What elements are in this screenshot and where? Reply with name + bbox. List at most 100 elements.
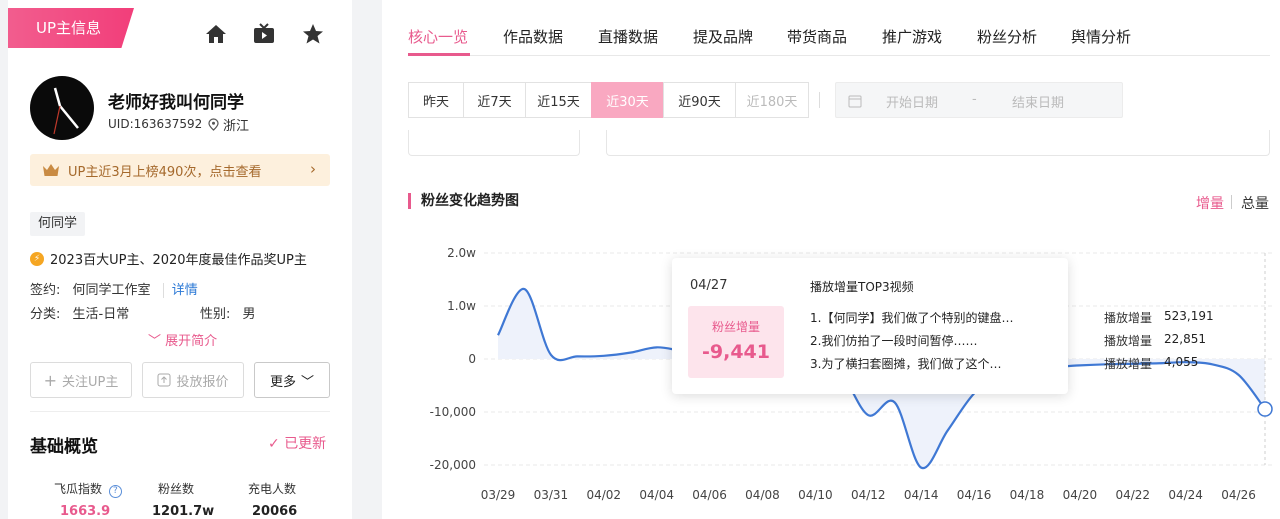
divider [1231, 195, 1232, 209]
tab-games[interactable]: 推广游戏 [882, 26, 942, 47]
range-180d[interactable]: 近180天 [735, 82, 809, 118]
tooltip-date: 04/27 [690, 278, 728, 293]
award-line: ⚡ 2023百大UP主、2020年度最佳作品奖UP主 [30, 249, 307, 268]
tab-live-data[interactable]: 直播数据 [598, 26, 658, 47]
tab-goods[interactable]: 带货商品 [787, 26, 847, 47]
tooltip-metric: 播放增量 [1104, 357, 1153, 371]
toggle-total[interactable]: 总量 [1241, 193, 1269, 213]
metric-label-fans: 粉丝数 [158, 482, 195, 496]
range-15d[interactable]: 近15天 [525, 82, 592, 118]
main-panel: 核心一览 作品数据 直播数据 提及品牌 带货商品 推广游戏 粉丝分析 舆情分析 … [382, 0, 1280, 519]
up-info-panel: UP主信息 老师好我叫何同学 UID:163637592 浙江 UP主近3月上榜… [8, 0, 352, 519]
basic-overview-title: 基础概览 [30, 437, 98, 457]
metric-value-charge: 20066 [252, 504, 298, 519]
tab-sentiment[interactable]: 舆情分析 [1071, 26, 1131, 47]
clock-avatar-icon [53, 87, 79, 135]
lightning-icon: ⚡ [30, 251, 44, 266]
divider [30, 411, 330, 412]
location-text: 浙江 [223, 119, 250, 134]
crown-icon [43, 164, 59, 176]
chart-tooltip: 04/27 粉丝增量 -9,441 播放增量TOP3视频 1.【何同学】我们做了… [672, 258, 1214, 394]
range-30d[interactable]: 近30天 [591, 82, 664, 118]
tooltip-heading: 播放增量TOP3视频 [810, 280, 914, 294]
help-icon[interactable]: ? [108, 485, 122, 498]
avatar[interactable] [30, 76, 94, 140]
tv-icon[interactable] [252, 22, 276, 46]
uid: UID:163637592 [108, 117, 203, 131]
toggle-increment[interactable]: 增量 [1196, 193, 1224, 213]
y-tick-label: 1.0w [447, 299, 476, 313]
location: 浙江 [208, 115, 249, 134]
range-90d[interactable]: 近90天 [663, 82, 736, 118]
location-pin-icon [208, 118, 219, 131]
x-tick-label: 04/08 [745, 488, 780, 502]
expand-intro-button[interactable]: ﹀ 展开简介 [148, 330, 217, 349]
up-tag-chip: 何同学 [30, 212, 86, 236]
tooltip-video-title: 2.我们仿拍了一段时间暂停…… [810, 334, 978, 348]
chevron-down-icon: ﹀ [301, 374, 315, 390]
x-tick-label: 04/04 [639, 488, 674, 502]
metric-label-charge: 充电人数 [248, 482, 297, 496]
date-range-picker[interactable]: 开始日期 - 结束日期 [835, 82, 1123, 118]
tab-fans-analysis[interactable]: 粉丝分析 [977, 26, 1037, 47]
award-text: 2023百大UP主、2020年度最佳作品奖UP主 [50, 253, 307, 268]
x-tick-label: 04/16 [957, 488, 992, 502]
x-tick-label: 04/06 [692, 488, 727, 502]
x-tick-label: 04/12 [851, 488, 886, 502]
quote-label: 投放报价 [176, 374, 229, 390]
y-tick-label: -10,000 [430, 405, 476, 419]
tooltip-metric: 播放增量 [1104, 311, 1153, 325]
tab-works-data[interactable]: 作品数据 [503, 26, 563, 47]
end-date[interactable]: 结束日期 [1012, 92, 1064, 111]
category-label: 分类: [30, 307, 61, 322]
x-tick-label: 04/26 [1221, 488, 1256, 502]
tooltip-metric: 播放增量 [1104, 334, 1153, 348]
tooltip-fans-box: 粉丝增量 -9,441 [688, 306, 784, 378]
x-tick-label: 04/18 [1010, 488, 1045, 502]
tooltip-video-title: 3.为了横扫套圈摊，我们做了这个… [810, 357, 1002, 371]
divider [819, 92, 820, 108]
more-label: 更多 [269, 374, 296, 390]
plus-icon: + [43, 370, 58, 390]
stat-card [606, 130, 1270, 156]
check-icon: ✓ [268, 436, 280, 452]
x-tick-label: 03/29 [481, 488, 516, 502]
metric-label-feigua: 飞瓜指数 ? [54, 480, 122, 498]
range-yesterday[interactable]: 昨天 [408, 82, 464, 118]
rank-banner[interactable]: UP主近3月上榜490次，点击查看 › [30, 154, 330, 186]
follow-up-button[interactable]: + 关注UP主 [30, 362, 132, 398]
fans-trend-title: 粉丝变化趋势图 [408, 193, 519, 209]
tab-active-indicator [408, 53, 470, 56]
x-tick-label: 04/24 [1168, 488, 1203, 502]
calendar-icon [848, 95, 862, 108]
y-tick-label: 2.0w [447, 246, 476, 260]
x-tick-label: 04/14 [904, 488, 939, 502]
home-icon[interactable] [204, 22, 228, 46]
tooltip-video-title: 1.【何同学】我们做了个特别的键盘… [810, 311, 1014, 325]
tooltip-video-value: 523,191 [1164, 309, 1214, 323]
stat-card [408, 130, 580, 156]
quote-button[interactable]: 投放报价 [142, 362, 244, 398]
start-date[interactable]: 开始日期 [886, 92, 938, 111]
data-point-marker[interactable] [1257, 401, 1273, 417]
gender-value: 男 [242, 307, 256, 322]
tooltip-video-value: 4,055 [1164, 355, 1199, 369]
expand-intro-label: 展开简介 [165, 334, 218, 349]
date-separator: - [972, 92, 977, 107]
x-tick-label: 04/10 [798, 488, 833, 502]
up-name: 老师好我叫何同学 [108, 93, 244, 113]
upload-icon [157, 373, 171, 387]
sign-value: 何同学工作室 [72, 283, 151, 298]
tab-brands[interactable]: 提及品牌 [693, 26, 753, 47]
y-tick-label: -20,000 [430, 458, 476, 472]
gender-label: 性别: [200, 307, 231, 322]
updated-label: 已更新 [284, 436, 327, 452]
more-button[interactable]: 更多 ﹀ [254, 362, 330, 398]
tab-core-overview[interactable]: 核心一览 [408, 26, 468, 47]
range-7d[interactable]: 近7天 [463, 82, 526, 118]
detail-link[interactable]: 详情 [162, 283, 198, 298]
x-tick-label: 04/22 [1115, 488, 1150, 502]
x-tick-label: 04/02 [586, 488, 621, 502]
tooltip-fans-value: -9,441 [702, 341, 770, 363]
star-icon[interactable] [301, 22, 325, 46]
